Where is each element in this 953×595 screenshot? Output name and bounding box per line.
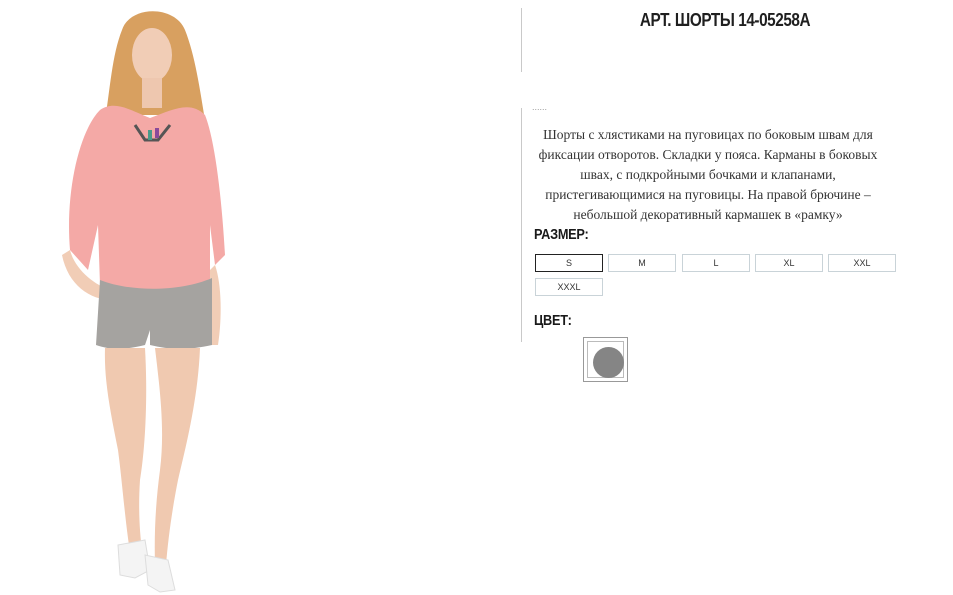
size-label: РАЗМЕР:	[534, 226, 589, 243]
size-option-m[interactable]: M	[608, 254, 676, 272]
size-option-xxl[interactable]: XXL	[828, 254, 896, 272]
product-description: Шорты с хлястиками на пуговицах по боков…	[538, 127, 878, 222]
product-title: АРТ. ШОРТЫ 14-05258А	[639, 10, 811, 30]
product-photo	[62, 11, 225, 593]
swatch-frame	[587, 341, 624, 378]
vertical-divider	[521, 108, 522, 342]
size-option-xl[interactable]: XL	[755, 254, 823, 272]
size-option-s[interactable]: S	[535, 254, 603, 272]
color-swatch-grey[interactable]	[583, 337, 628, 382]
model-face	[132, 28, 172, 82]
vertical-divider	[521, 8, 522, 72]
size-option-l[interactable]: L	[682, 254, 750, 272]
size-option-xxxl[interactable]: XXXL	[535, 278, 603, 296]
color-label: ЦВЕТ:	[534, 312, 572, 329]
color-swatch-dot	[593, 347, 624, 378]
dotted-separator: ......	[532, 102, 548, 112]
model-blouse	[69, 105, 225, 292]
